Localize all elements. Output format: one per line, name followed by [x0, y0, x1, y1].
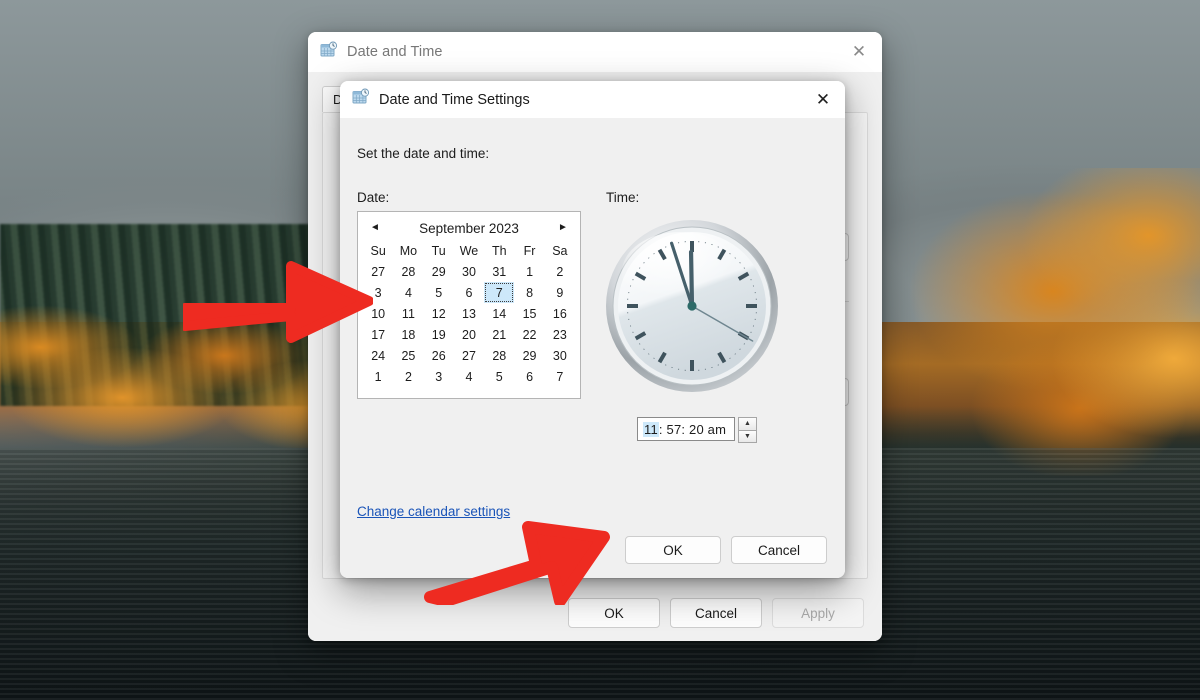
calendar-day[interactable]: 30 — [545, 345, 575, 366]
calendar-weekday-row: Su Mo Tu We Th Fr Sa — [363, 240, 575, 261]
calendar-day[interactable]: 27 — [363, 261, 393, 282]
date-section-label: Date: — [357, 190, 390, 205]
calendar-day[interactable]: 26 — [424, 345, 454, 366]
spin-up-icon[interactable]: ▲ — [738, 417, 757, 430]
calendar-day[interactable]: 13 — [454, 303, 484, 324]
calendar-day[interactable]: 27 — [454, 345, 484, 366]
calendar-day[interactable]: 8 — [514, 282, 544, 303]
calendar-grid: Su Mo Tu We Th Fr Sa 27 28 29 30 31 1 2 3 4 5 6 7 8 9 10 11 12… — [363, 240, 575, 387]
calendar-week-row: 17 18 19 20 21 22 23 — [363, 324, 575, 345]
date-and-time-settings-dialog: Date and Time Settings ✕ Set the date an… — [340, 81, 845, 578]
calendar-day[interactable]: 6 — [514, 366, 544, 387]
time-section-label: Time: — [606, 190, 640, 205]
calendar-day[interactable]: 17 — [363, 324, 393, 345]
calendar-day[interactable]: 23 — [545, 324, 575, 345]
inner-title-bar: Date and Time Settings ✕ — [340, 81, 845, 118]
calendar-day[interactable]: 4 — [454, 366, 484, 387]
calendar-day[interactable]: 7 — [545, 366, 575, 387]
inner-ok-button[interactable]: OK — [625, 536, 721, 564]
calendar-week-row: 1234567 — [363, 366, 575, 387]
instruction-text: Set the date and time: — [357, 146, 490, 161]
time-input[interactable]: 11: 57: 20 am — [637, 417, 735, 441]
spin-down-icon[interactable]: ▼ — [738, 429, 757, 443]
calendar-day[interactable]: 18 — [393, 324, 423, 345]
calendar-day[interactable]: 19 — [424, 324, 454, 345]
calendar-week-row: 27 28 29 30 31 1 2 — [363, 261, 575, 282]
calendar-day[interactable]: 29 — [424, 261, 454, 282]
calendar-weekday-su: Su — [370, 243, 386, 258]
clock-hour-hand — [688, 249, 695, 309]
calendar-weekday-tu: Tu — [431, 243, 446, 258]
calendar-day[interactable]: 21 — [484, 324, 514, 345]
analog-clock — [592, 206, 792, 406]
time-rest-segment[interactable]: : 57: 20 am — [659, 422, 726, 437]
calendar-week-row: 10 11 12 13 14 15 16 — [363, 303, 575, 324]
calendar-weekday-we: We — [459, 243, 479, 258]
date-time-icon — [320, 41, 338, 64]
calendar-weekday-fr: Fr — [523, 243, 536, 258]
time-spinner[interactable]: 11: 57: 20 am ▲ ▼ — [637, 417, 757, 443]
calendar-month-year[interactable]: September 2023 — [383, 221, 555, 236]
date-time-icon — [352, 88, 370, 111]
time-hours-segment[interactable]: 11 — [643, 421, 659, 437]
calendar-day-selected[interactable]: 7 — [484, 282, 515, 303]
calendar-day[interactable]: 12 — [424, 303, 454, 324]
calendar-day[interactable]: 22 — [514, 324, 544, 345]
next-month-icon[interactable]: ► — [555, 223, 571, 233]
calendar-day[interactable]: 10 — [363, 303, 393, 324]
inner-dialog-body: Set the date and time: Date: Time: ◄ Sep… — [340, 118, 845, 578]
calendar-day[interactable]: 5 — [424, 282, 454, 303]
outer-title-bar: Date and Time ✕ — [308, 32, 882, 72]
calendar-day[interactable]: 3 — [363, 282, 393, 303]
calendar-week-row: 24 25 26 27 28 29 30 — [363, 345, 575, 366]
previous-month-icon[interactable]: ◄ — [367, 223, 383, 233]
time-spin-buttons[interactable]: ▲ ▼ — [738, 417, 757, 443]
outer-ok-button[interactable]: OK — [568, 598, 660, 628]
calendar-day[interactable]: 6 — [454, 282, 484, 303]
change-calendar-settings-link[interactable]: Change calendar settings — [357, 504, 510, 519]
calendar-day[interactable]: 16 — [545, 303, 575, 324]
calendar-day[interactable]: 24 — [363, 345, 393, 366]
calendar-day[interactable]: 30 — [454, 261, 484, 282]
calendar-day[interactable]: 29 — [514, 345, 544, 366]
calendar-day[interactable]: 5 — [484, 366, 514, 387]
calendar-day[interactable]: 3 — [424, 366, 454, 387]
calendar-day[interactable]: 28 — [393, 261, 423, 282]
calendar-day[interactable]: 28 — [484, 345, 514, 366]
outer-footer: OK Cancel Apply — [308, 585, 882, 641]
inner-cancel-button[interactable]: Cancel — [731, 536, 827, 564]
calendar-weekday-sa: Sa — [552, 243, 568, 258]
calendar-day[interactable]: 1 — [363, 366, 393, 387]
outer-apply-button: Apply — [772, 598, 864, 628]
calendar-day[interactable]: 25 — [393, 345, 423, 366]
calendar-day[interactable]: 9 — [545, 282, 575, 303]
outer-window-title: Date and Time — [347, 44, 443, 60]
calendar-day-rows: 27 28 29 30 31 1 2 3 4 5 6 7 8 9 10 11 12 13 14 15 16 17 18 19 2… — [363, 261, 575, 387]
screen: Date and Time ✕ Date and Time OK Cancel … — [0, 0, 1200, 700]
calendar-day[interactable]: 14 — [484, 303, 514, 324]
calendar-day[interactable]: 31 — [484, 261, 514, 282]
calendar[interactable]: ◄ September 2023 ► Su Mo Tu We Th Fr Sa 27 28 29… — [357, 211, 581, 399]
calendar-day[interactable]: 2 — [545, 261, 575, 282]
inner-footer: OK Cancel — [340, 522, 845, 578]
calendar-week-row: 3456789 — [363, 282, 575, 303]
calendar-day[interactable]: 2 — [393, 366, 423, 387]
close-icon[interactable]: ✕ — [801, 81, 845, 118]
calendar-weekday-th: Th — [491, 243, 507, 258]
calendar-weekday-mo: Mo — [399, 243, 418, 258]
outer-cancel-button[interactable]: Cancel — [670, 598, 762, 628]
calendar-day[interactable]: 11 — [393, 303, 423, 324]
calendar-day[interactable]: 20 — [454, 324, 484, 345]
inner-dialog-title: Date and Time Settings — [379, 91, 530, 108]
calendar-day[interactable]: 1 — [514, 261, 544, 282]
calendar-day[interactable]: 4 — [393, 282, 423, 303]
close-icon[interactable]: ✕ — [836, 32, 882, 72]
calendar-day[interactable]: 15 — [514, 303, 544, 324]
calendar-header: ◄ September 2023 ► — [363, 216, 575, 240]
